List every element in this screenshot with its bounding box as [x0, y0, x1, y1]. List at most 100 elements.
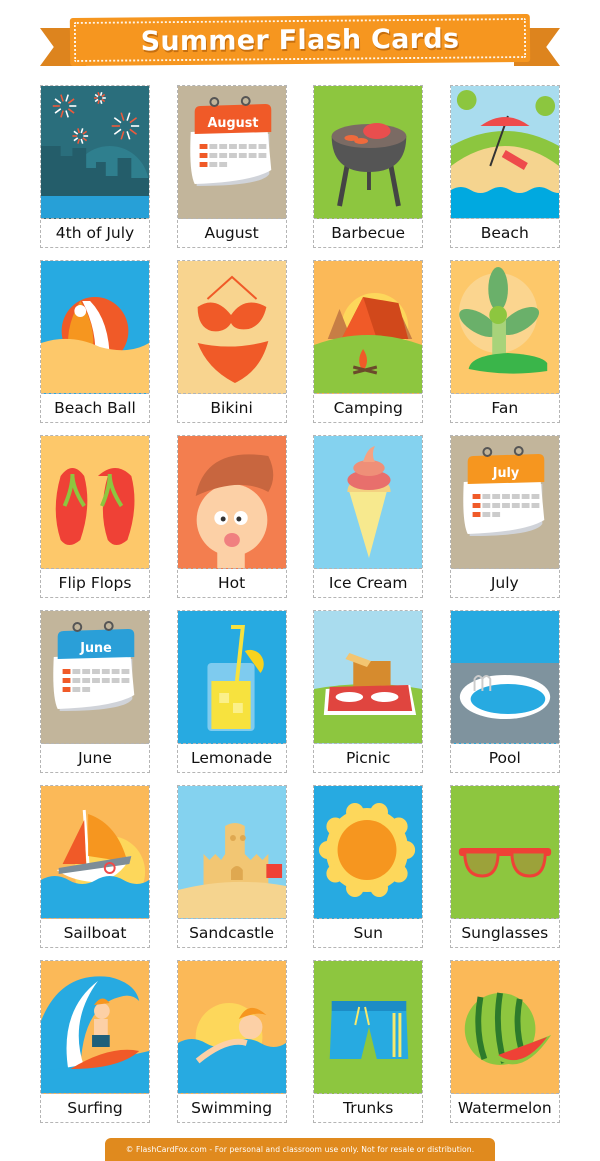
card-image — [41, 436, 149, 569]
flash-card: Sailboat — [40, 785, 150, 948]
calendar-icon: July — [463, 446, 545, 536]
card-label: Beach — [480, 224, 529, 242]
flash-card: Camping — [313, 260, 424, 423]
card-image — [314, 261, 423, 394]
swimmer-icon — [177, 961, 286, 1093]
card-label: Ice Cream — [328, 574, 408, 592]
calendar-icon: June — [53, 621, 135, 711]
card-image — [41, 86, 149, 219]
ice-cream-icon — [347, 446, 391, 558]
flash-card: Ice Cream — [313, 435, 424, 598]
flash-card: Bikini — [176, 260, 287, 423]
card-label: Picnic — [345, 749, 391, 767]
card-label: Fan — [491, 399, 519, 417]
flash-card: Beach Ball — [40, 260, 150, 423]
card-label: Sandcastle — [189, 924, 275, 942]
flash-card: Barbecue — [313, 85, 424, 248]
card-label: Camping — [333, 399, 403, 417]
watermelon-icon — [450, 961, 559, 1093]
card-image — [314, 611, 423, 744]
svg-text:July: July — [492, 466, 520, 481]
card-image — [450, 961, 559, 1094]
picnic-basket-icon — [314, 611, 423, 743]
card-label: Bikini — [210, 399, 253, 417]
card-image — [177, 436, 286, 569]
flash-card: Pool — [449, 610, 560, 773]
card-label: Swimming — [191, 1099, 273, 1117]
calendar-icon: August — [189, 96, 271, 186]
card-image — [177, 261, 286, 394]
card-label: July — [490, 574, 519, 592]
sun-icon — [314, 786, 423, 918]
grill-icon — [331, 123, 407, 207]
card-label: Pool — [488, 749, 521, 767]
tent-icon — [314, 261, 423, 393]
card-image — [450, 261, 559, 394]
flash-card: Sun — [313, 785, 424, 948]
card-image — [177, 961, 286, 1094]
sandcastle-icon — [177, 786, 286, 918]
flash-card: Lemonade — [176, 610, 287, 773]
copyright-footer: © FlashCardFox.com - For personal and cl… — [105, 1138, 495, 1161]
card-image — [41, 786, 149, 919]
svg-text:June: June — [79, 641, 112, 656]
sailboat-icon — [41, 786, 149, 918]
flash-card: Trunks — [313, 960, 424, 1123]
card-image — [177, 786, 286, 919]
bikini-icon — [197, 275, 268, 383]
flash-card-grid: 4th of July August August Barbecue Beach… — [40, 85, 560, 1123]
card-label: Sunglasses — [461, 924, 549, 942]
flash-card: Sandcastle — [176, 785, 287, 948]
sweating-face-icon — [177, 436, 286, 568]
card-image — [41, 961, 149, 1094]
flash-card: Beach — [449, 85, 560, 248]
swim-trunks-icon — [314, 961, 423, 1093]
card-label: Surfing — [67, 1099, 123, 1117]
svg-text:August: August — [207, 116, 258, 131]
card-label: Watermelon — [457, 1099, 552, 1117]
card-image — [450, 86, 559, 219]
flash-card: August August — [176, 85, 287, 248]
card-label: Flip Flops — [58, 574, 132, 592]
card-label: August — [204, 224, 259, 242]
card-label: Hot — [217, 574, 246, 592]
card-image: August — [177, 86, 286, 219]
lemonade-icon — [177, 611, 286, 743]
card-label: Beach Ball — [54, 399, 136, 417]
flash-card: Sunglasses — [449, 785, 560, 948]
flash-card: July July — [449, 435, 560, 598]
flash-card: June June — [40, 610, 150, 773]
title-banner: Summer Flash Cards — [40, 13, 560, 67]
card-image — [314, 786, 423, 919]
card-label: Trunks — [343, 1099, 394, 1117]
pool-icon — [450, 611, 559, 743]
card-label: 4th of July — [55, 224, 135, 242]
card-image — [314, 86, 423, 219]
card-image — [177, 611, 286, 744]
flash-card: Hot — [176, 435, 287, 598]
card-image — [41, 261, 149, 394]
card-image — [314, 961, 423, 1094]
ribbon: Summer Flash Cards — [69, 13, 531, 67]
card-label: Barbecue — [331, 224, 406, 242]
card-label: Sailboat — [63, 924, 127, 942]
flash-card: Fan — [449, 260, 560, 423]
sunglasses-icon — [450, 786, 559, 918]
card-image — [314, 436, 423, 569]
card-label: Sun — [353, 924, 383, 942]
surfer-icon — [41, 961, 149, 1093]
fan-icon — [458, 267, 547, 374]
fireworks-icon — [41, 86, 149, 218]
flash-card: Flip Flops — [40, 435, 150, 598]
card-label: Lemonade — [191, 749, 273, 767]
flash-card: Watermelon — [449, 960, 560, 1123]
card-label: June — [78, 749, 112, 767]
beach-ball-icon — [41, 261, 149, 393]
flash-card: Swimming — [176, 960, 287, 1123]
flash-card: Picnic — [313, 610, 424, 773]
page-title: Summer Flash Cards — [140, 23, 460, 57]
flash-card: Surfing — [40, 960, 150, 1123]
card-image: July — [450, 436, 559, 569]
flash-card: 4th of July — [40, 85, 150, 248]
card-image — [450, 786, 559, 919]
